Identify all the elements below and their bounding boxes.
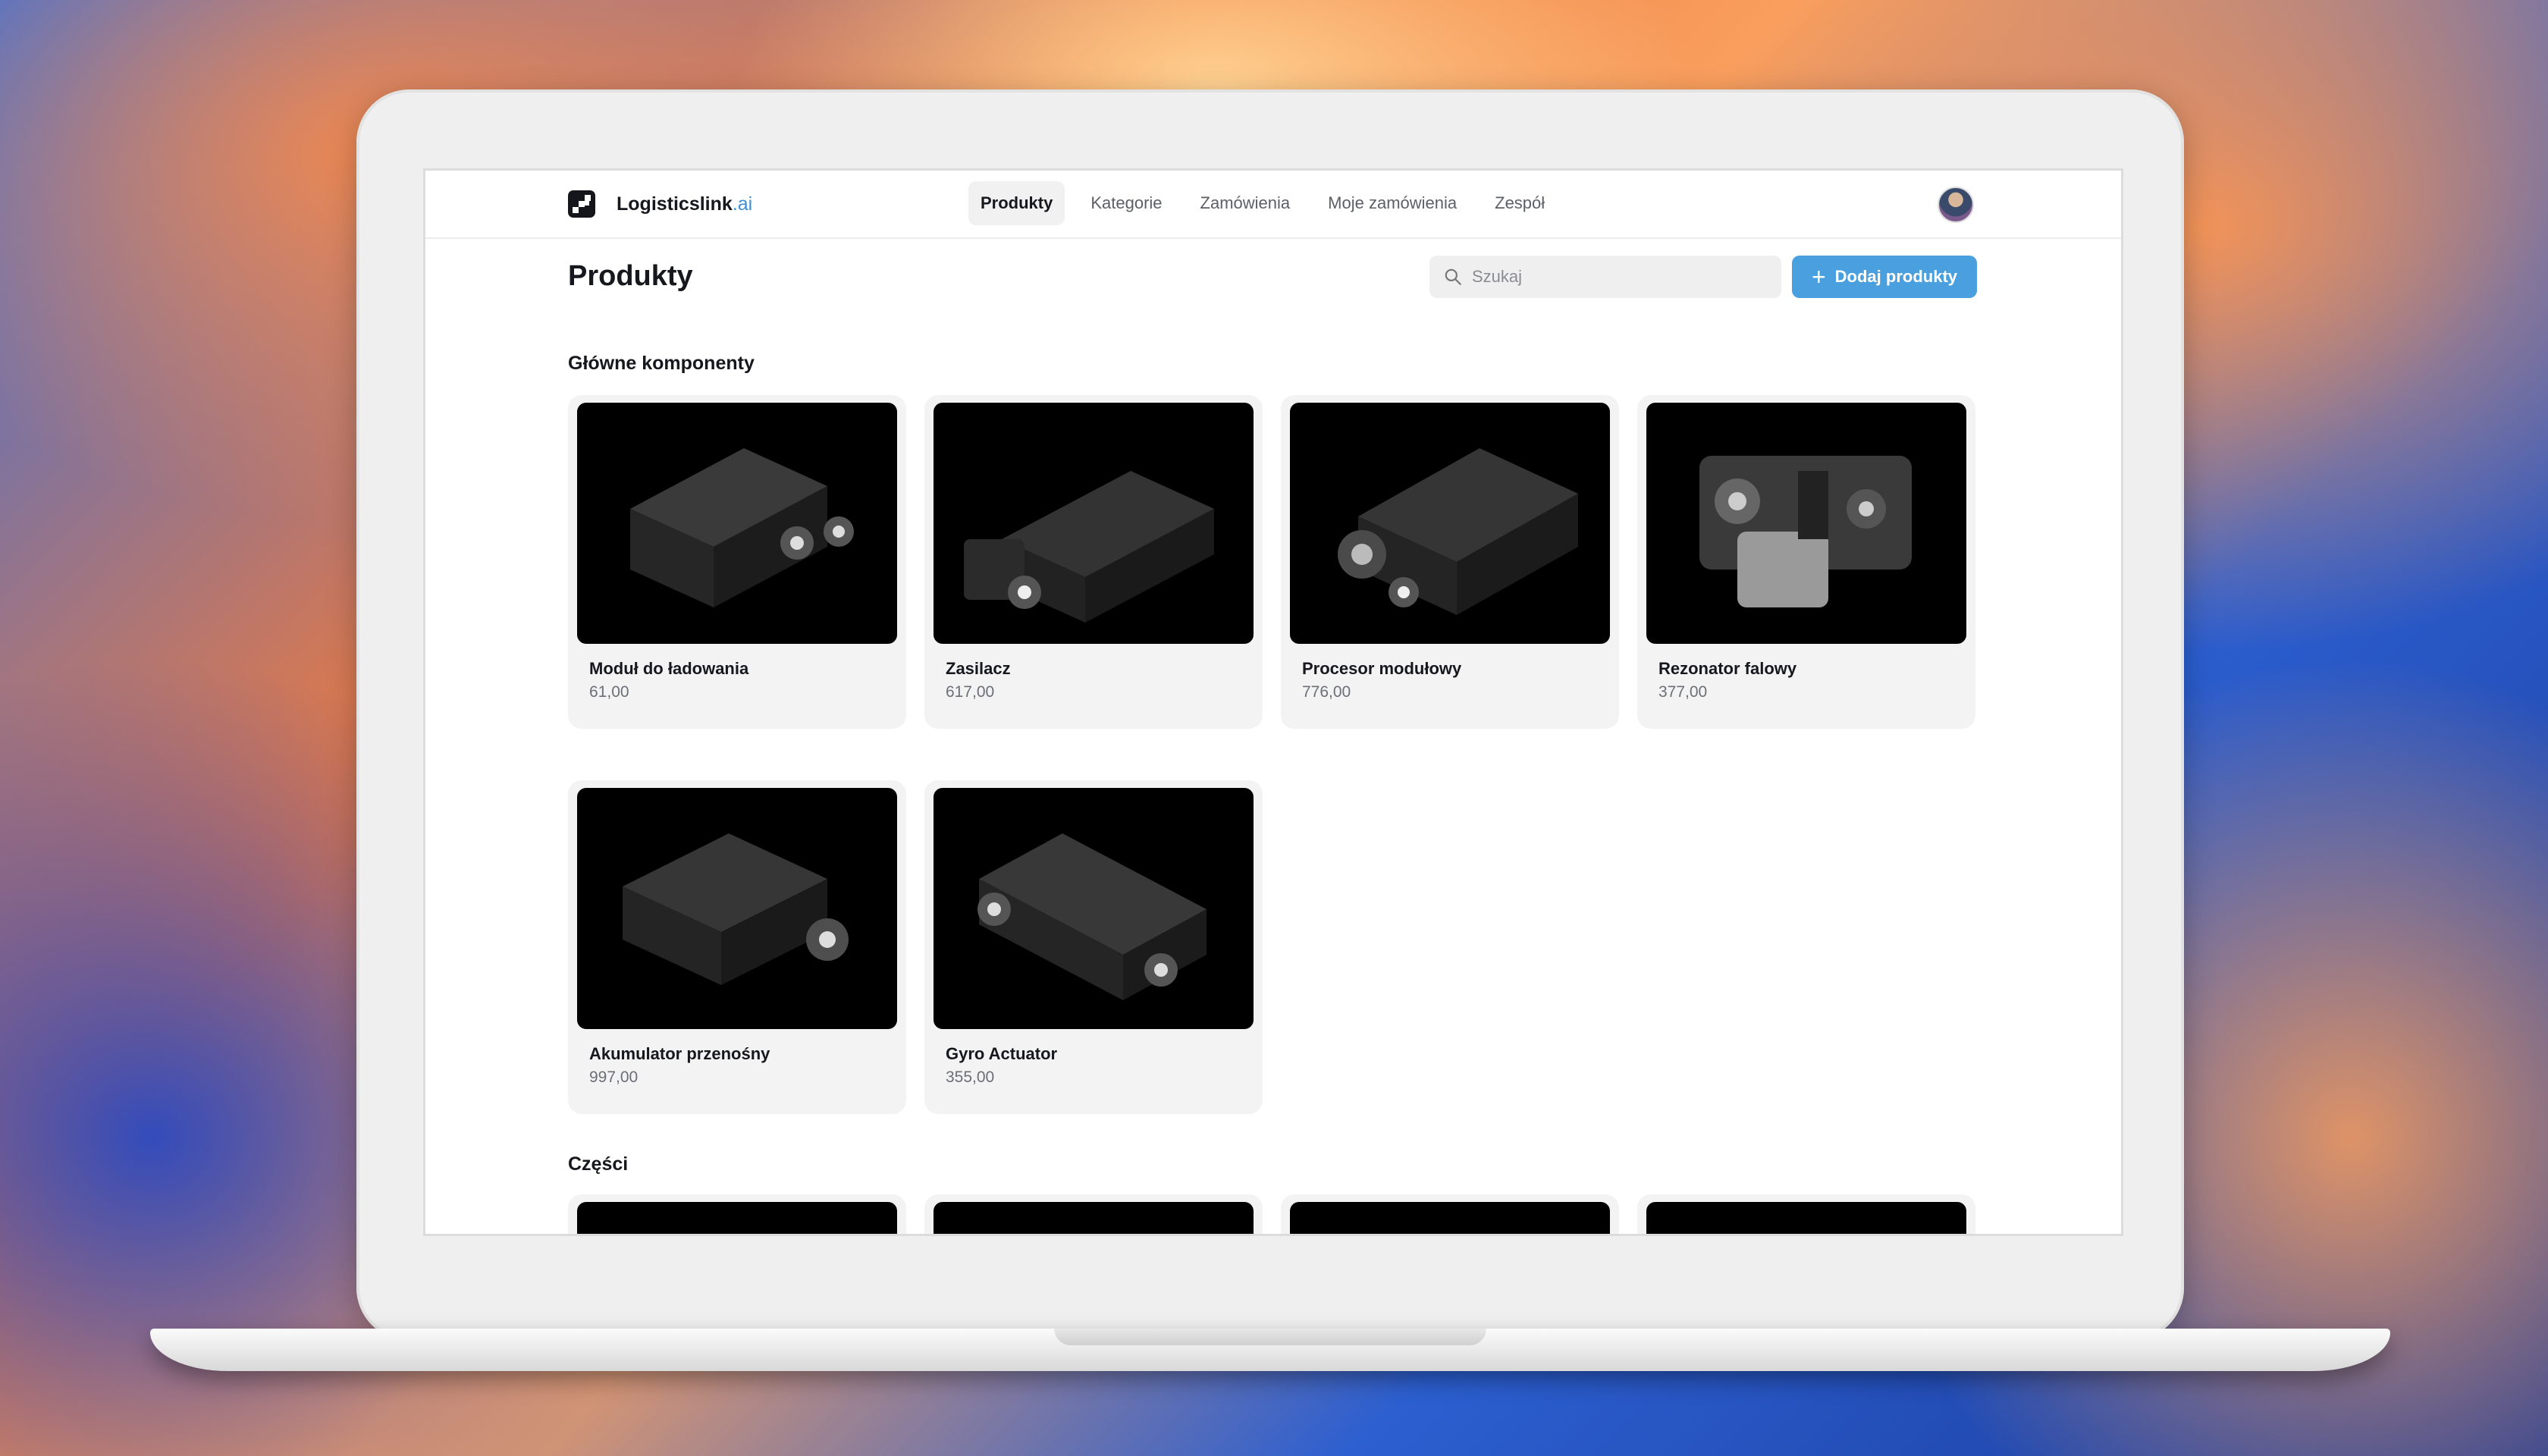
app-window: Logisticslink.ai Produkty Kategorie Zamó… [423,168,2123,1236]
section-title-parts: Części [568,1153,629,1175]
brand-name: Logisticslink.ai [617,193,752,215]
product-image [577,1202,897,1234]
product-image [1290,403,1610,644]
product-image [934,1202,1254,1234]
product-name: Rezonator falowy [1658,659,1797,678]
main-nav: Produkty Kategorie Zamówienia Moje zamów… [968,181,1571,225]
product-name: Akumulator przenośny [589,1044,770,1063]
logo-icon [568,190,595,218]
plus-icon: + [1811,263,1826,290]
add-products-label: Dodaj produkty [1834,267,1958,286]
brand[interactable]: Logisticslink.ai [568,190,752,218]
section-title-main-components: Główne komponenty [568,353,755,374]
product-name: Procesor modułowy [1302,659,1462,678]
product-price: 61,00 [589,683,629,701]
product-price: 776,00 [1302,683,1351,701]
laptop-notch [1054,1329,1486,1345]
product-price: 617,00 [946,683,995,701]
product-price: 997,00 [589,1068,639,1086]
nav-item-moje-zamowienia[interactable]: Moje zamówienia [1316,181,1469,225]
product-name: Zasilacz [946,659,1011,678]
page-title: Produkty [568,260,693,292]
product-card[interactable]: Zasilacz 617,00 [924,395,1263,729]
product-name: Moduł do ładowania [589,659,749,678]
product-card[interactable] [568,1194,906,1234]
product-card[interactable]: Procesor modułowy 776,00 [1281,395,1619,729]
search-icon [1445,268,1461,285]
product-card[interactable] [924,1194,1263,1234]
nav-item-zamowienia[interactable]: Zamówienia [1188,181,1303,225]
product-image [934,788,1254,1029]
product-price: 355,00 [946,1068,995,1086]
product-card[interactable]: Rezonator falowy 377,00 [1637,395,1975,729]
search-input[interactable] [1470,266,1777,287]
product-card[interactable]: Akumulator przenośny 997,00 [568,780,906,1114]
product-image [577,403,897,644]
product-image [1646,403,1966,644]
search-box[interactable] [1429,256,1781,298]
product-name: Gyro Actuator [946,1044,1058,1063]
product-image [1646,1202,1966,1234]
product-image [577,788,897,1029]
product-price: 377,00 [1658,683,1708,701]
product-image [934,403,1254,644]
nav-item-zespol[interactable]: Zespół [1483,181,1557,225]
top-navigation-bar: Logisticslink.ai Produkty Kategorie Zamó… [425,171,2121,239]
brand-name-text: Logisticslink [617,193,733,215]
add-products-button[interactable]: + Dodaj produkty [1792,256,1977,298]
product-card[interactable]: Gyro Actuator 355,00 [924,780,1263,1114]
product-image [1290,1202,1610,1234]
product-card[interactable] [1281,1194,1619,1234]
product-card[interactable] [1637,1194,1975,1234]
brand-suffix: .ai [732,193,753,215]
avatar[interactable] [1938,187,1974,223]
product-card[interactable]: Moduł do ładowania 61,00 [568,395,906,729]
nav-item-produkty[interactable]: Produkty [968,181,1065,225]
nav-item-kategorie[interactable]: Kategorie [1078,181,1174,225]
